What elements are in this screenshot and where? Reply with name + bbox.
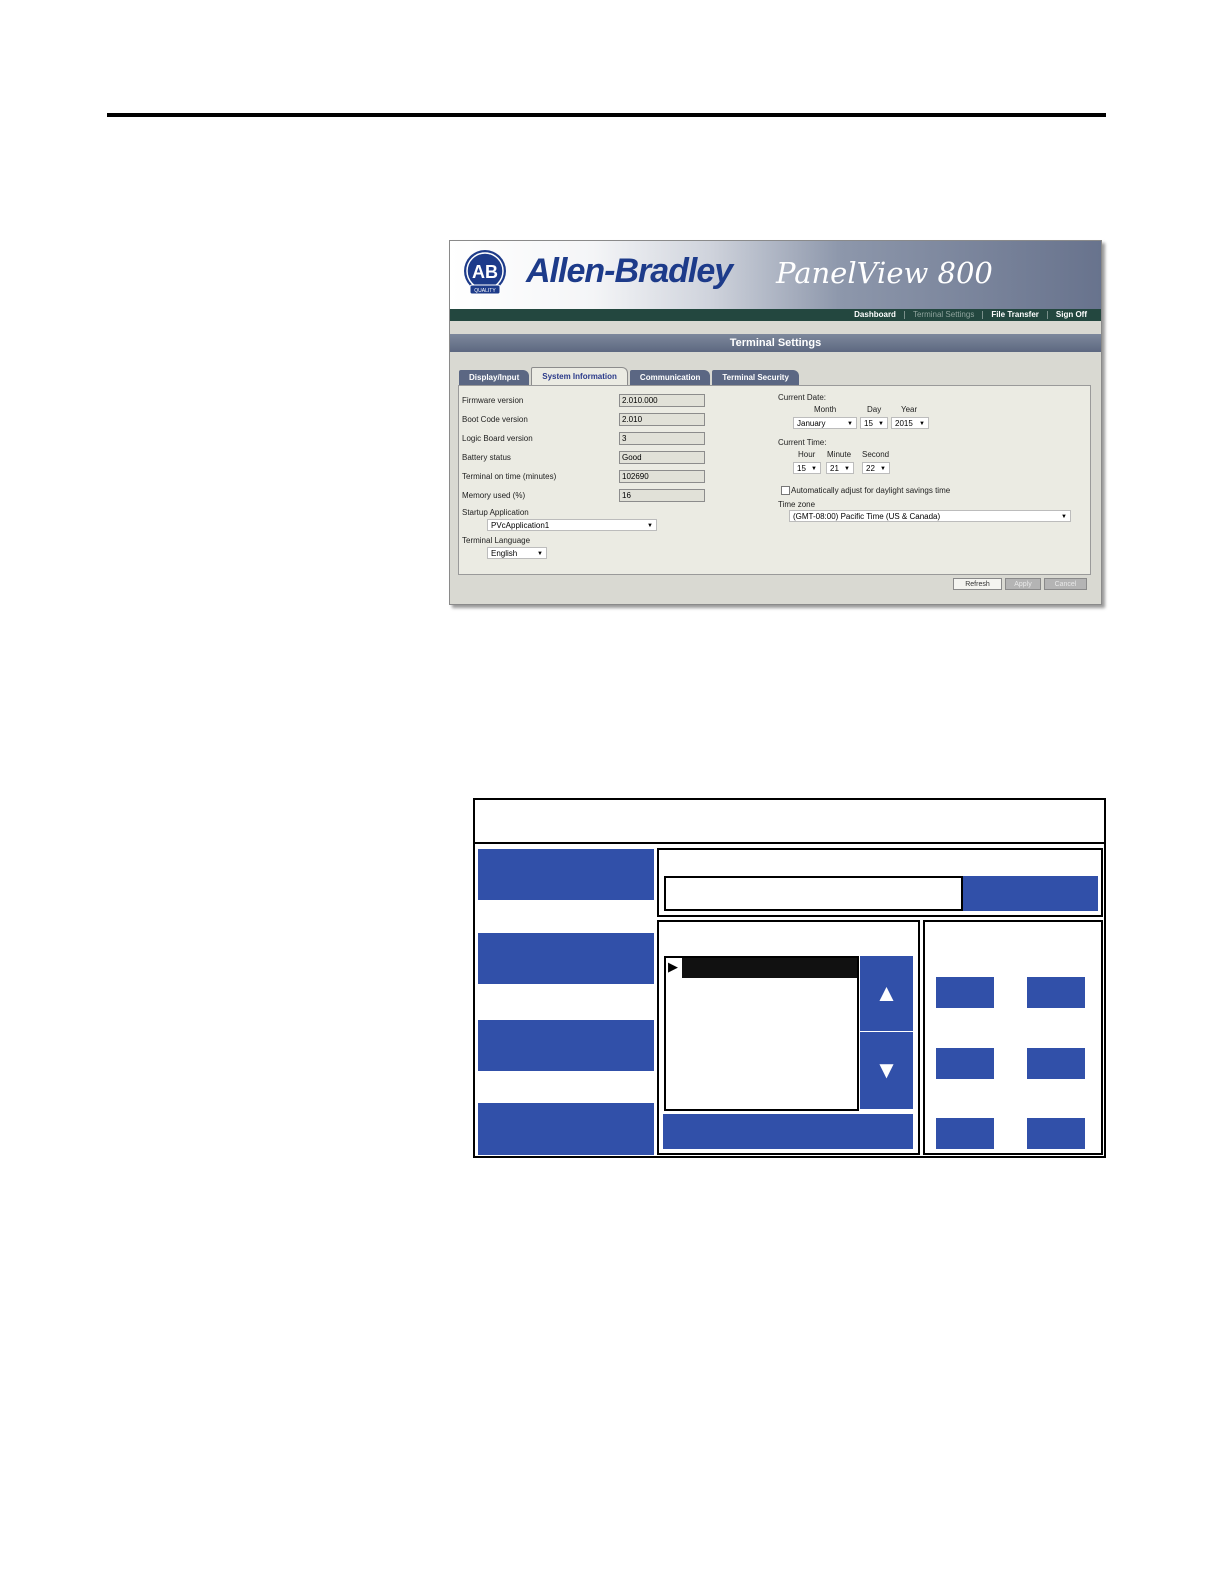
layout-list-footer-button	[663, 1114, 913, 1149]
layout-left-block-3	[478, 1020, 654, 1071]
system-information-panel: Firmware version 2.010.000 Boot Code ver…	[458, 385, 1091, 575]
page-title: Terminal Settings	[450, 334, 1101, 352]
tab-display-input[interactable]: Display/Input	[459, 370, 530, 385]
layout-small-button	[1027, 1118, 1085, 1149]
screen-layout-diagram: ▶ ▲ ▼	[473, 798, 1106, 1158]
chevron-down-icon: ▼	[878, 421, 884, 427]
tab-bar: Display/Input System Information Communi…	[459, 367, 801, 386]
tab-communication[interactable]: Communication	[629, 370, 711, 385]
year-label: Year	[901, 405, 918, 414]
chevron-down-icon: ▼	[537, 551, 543, 557]
layout-small-button	[936, 1048, 994, 1079]
layout-list: ▶	[664, 956, 859, 1111]
chevron-down-icon: ▼	[811, 466, 817, 472]
pv-header: AB QUALITY Allen-Bradley PanelView 800	[450, 241, 1101, 309]
logic-board-field: 3	[619, 432, 705, 445]
apply-button[interactable]: Apply	[1005, 578, 1041, 590]
layout-small-button	[1027, 977, 1085, 1008]
battery-status-label: Battery status	[462, 453, 511, 462]
boot-code-field: 2.010	[619, 413, 705, 426]
battery-status-field: Good	[619, 451, 705, 464]
hour-select[interactable]: 15 ▼	[793, 462, 821, 474]
layout-title-divider	[475, 842, 1104, 844]
layout-button-box	[923, 920, 1103, 1155]
chevron-down-icon: ▼	[647, 523, 653, 529]
down-arrow-icon: ▼	[860, 1032, 913, 1109]
day-label: Day	[867, 405, 882, 414]
layout-small-button	[1027, 1048, 1085, 1079]
panelview-screenshot: AB QUALITY Allen-Bradley PanelView 800 D…	[449, 240, 1102, 605]
chevron-down-icon: ▼	[844, 466, 850, 472]
month-select[interactable]: January ▼	[793, 417, 857, 429]
layout-input-button	[963, 876, 1098, 911]
nav-bar: Dashboard Terminal Settings File Transfe…	[450, 309, 1101, 321]
month-label: Month	[814, 405, 837, 414]
logic-board-label: Logic Board version	[462, 434, 533, 443]
chevron-down-icon: ▼	[919, 421, 925, 427]
tab-system-information[interactable]: System Information	[531, 367, 628, 386]
chevron-down-icon: ▼	[880, 466, 886, 472]
second-select[interactable]: 22 ▼	[862, 462, 890, 474]
layout-list-selected-row	[682, 958, 857, 978]
layout-small-button	[936, 977, 994, 1008]
nav-terminal-settings[interactable]: Terminal Settings	[905, 310, 982, 320]
svg-text:QUALITY: QUALITY	[474, 288, 496, 294]
svg-text:AB: AB	[472, 262, 498, 282]
memory-used-label: Memory used (%)	[462, 491, 526, 500]
startup-application-select[interactable]: PVcApplication1 ▼	[487, 519, 657, 531]
layout-small-button	[936, 1118, 994, 1149]
terminal-language-select[interactable]: English ▼	[487, 547, 547, 559]
hour-label: Hour	[798, 450, 816, 459]
current-date-label: Current Date:	[778, 393, 827, 402]
minute-label: Minute	[827, 450, 852, 459]
header-rule	[107, 113, 1106, 117]
boot-code-label: Boot Code version	[462, 415, 528, 424]
layout-left-block-4	[478, 1103, 654, 1155]
tab-terminal-security[interactable]: Terminal Security	[712, 370, 799, 385]
chevron-down-icon: ▼	[847, 421, 853, 427]
day-select[interactable]: 15 ▼	[860, 417, 888, 429]
refresh-button[interactable]: Refresh	[953, 578, 1002, 590]
cancel-button[interactable]: Cancel	[1044, 578, 1087, 590]
on-time-label: Terminal on time (minutes)	[462, 472, 557, 481]
layout-left-block-2	[478, 933, 654, 984]
dst-checkbox[interactable]	[781, 486, 790, 495]
pointer-icon: ▶	[668, 959, 678, 974]
time-zone-select[interactable]: (GMT-08:00) Pacific Time (US & Canada) ▼	[789, 510, 1071, 522]
ab-logo-icon: AB QUALITY	[464, 250, 506, 295]
second-label: Second	[862, 450, 890, 459]
chevron-down-icon: ▼	[1061, 514, 1067, 520]
memory-used-field: 16	[619, 489, 705, 502]
up-arrow-icon: ▲	[860, 956, 913, 1031]
nav-dashboard[interactable]: Dashboard	[846, 310, 904, 320]
nav-file-transfer[interactable]: File Transfer	[983, 310, 1047, 320]
startup-application-label: Startup Application	[462, 508, 529, 517]
terminal-language-label: Terminal Language	[462, 536, 531, 545]
dst-label: Automatically adjust for daylight saving…	[791, 486, 951, 495]
layout-left-block-1	[478, 849, 654, 900]
firmware-version-field: 2.010.000	[619, 394, 705, 407]
layout-input-field	[664, 876, 963, 911]
firmware-version-label: Firmware version	[462, 396, 524, 405]
minute-select[interactable]: 21 ▼	[826, 462, 854, 474]
time-zone-label: Time zone	[778, 500, 816, 509]
nav-sign-off[interactable]: Sign Off	[1048, 310, 1095, 320]
year-select[interactable]: 2015 ▼	[891, 417, 929, 429]
product-name: PanelView 800	[776, 256, 993, 290]
layout-top-box	[657, 848, 1103, 917]
brand-name: Allen-Bradley	[526, 252, 733, 290]
current-time-label: Current Time:	[778, 438, 827, 447]
on-time-field: 102690	[619, 470, 705, 483]
layout-list-box: ▶ ▲ ▼	[657, 920, 920, 1155]
